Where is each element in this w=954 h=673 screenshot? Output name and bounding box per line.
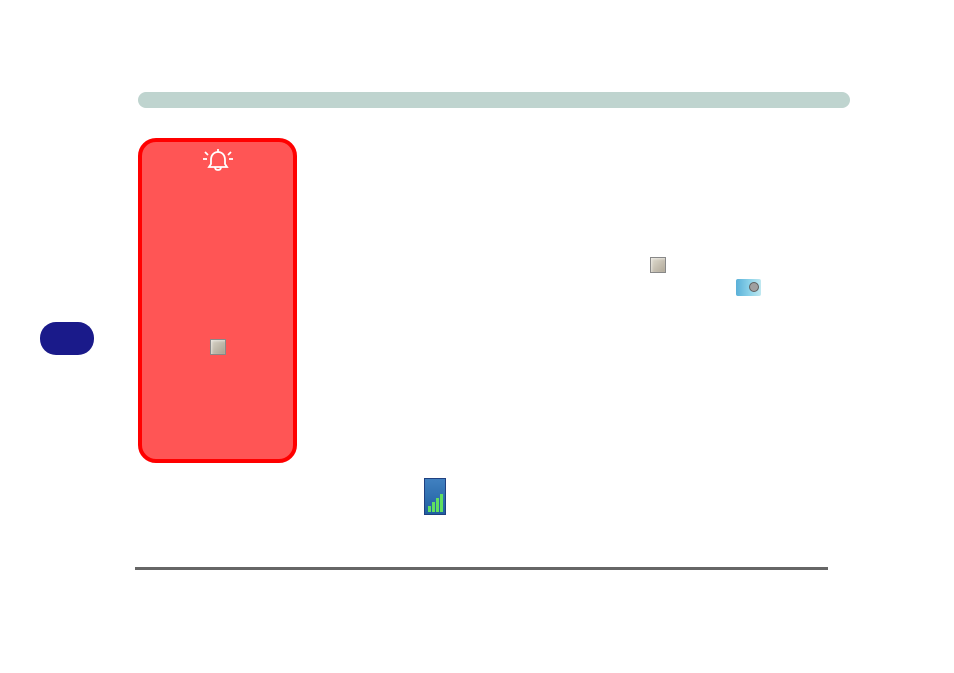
divider-line [135,567,828,570]
chart-bars [428,494,443,512]
bell-icon [202,146,234,174]
side-pill-button[interactable] [40,322,94,355]
bar-chart-icon[interactable] [424,478,446,515]
drive-icon[interactable] [650,257,666,273]
top-bar [138,92,850,108]
alert-panel[interactable] [138,138,297,463]
drive-icon[interactable] [210,339,226,355]
globe-disk-icon[interactable] [736,279,761,296]
